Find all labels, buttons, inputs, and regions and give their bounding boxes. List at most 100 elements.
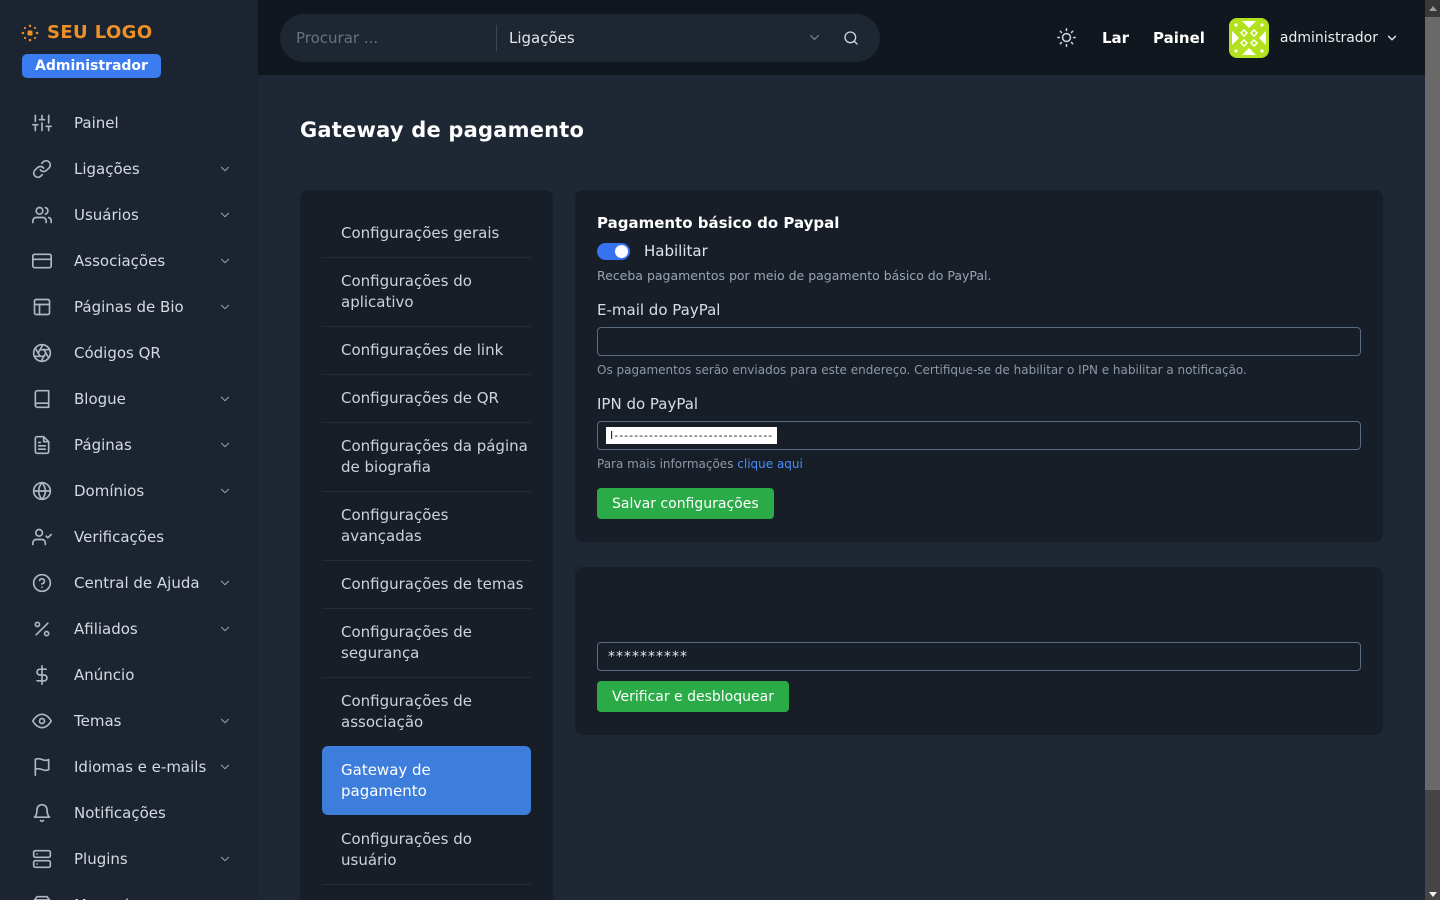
paypal-email-label: E-mail do PayPal: [597, 301, 1361, 319]
book-icon: [32, 389, 52, 409]
paypal-email-input[interactable]: [597, 327, 1361, 356]
unlock-card-spacer: [597, 591, 1361, 634]
search-filter-select[interactable]: Ligações: [497, 29, 836, 47]
more-info-link[interactable]: clique aqui: [737, 457, 803, 471]
chevron-down-icon: [218, 162, 232, 176]
sidebar-item-verificacoes[interactable]: Verificações: [0, 514, 258, 560]
home-link[interactable]: Lar: [1102, 29, 1129, 47]
sidebar-item-plugins[interactable]: Plugins: [0, 836, 258, 882]
eye-icon: [32, 711, 52, 731]
search-bar: Ligações: [280, 14, 880, 62]
main-column: Ligações Lar Painel: [258, 0, 1425, 900]
enable-toggle-label: Habilitar: [644, 242, 708, 260]
save-settings-button[interactable]: Salvar configurações: [597, 488, 774, 519]
settings-nav-item-email[interactable]: Configurações de e-mail: [322, 884, 531, 900]
settings-nav-item-link[interactable]: Configurações de link: [322, 326, 531, 374]
layout-icon: [32, 297, 52, 317]
paypal-ipn-help: Para mais informações clique aqui: [597, 457, 1361, 471]
users-icon: [32, 205, 52, 225]
shopping-bag-icon: [32, 895, 52, 900]
chevron-down-icon: [218, 576, 232, 590]
sidebar-item-afiliados[interactable]: Afiliados: [0, 606, 258, 652]
brand-logo-icon: [20, 23, 40, 43]
chevron-down-icon: [218, 392, 232, 406]
unlock-password-input[interactable]: [597, 642, 1361, 671]
verify-unlock-button[interactable]: Verificar e desbloquear: [597, 681, 789, 712]
settings-nav-item-associacao[interactable]: Configurações de associação: [322, 677, 531, 746]
scrollbar-down-button[interactable]: [1425, 892, 1440, 897]
search-filter-value: Ligações: [509, 29, 575, 47]
sidebar-item-ligacoes[interactable]: Ligações: [0, 146, 258, 192]
topbar-right: Lar Painel: [1057, 18, 1399, 58]
triangle-down-icon: [1429, 892, 1437, 897]
avatar[interactable]: [1229, 18, 1269, 58]
sidebar-item-painel[interactable]: Painel: [0, 100, 258, 146]
settings-nav-item-gerais[interactable]: Configurações gerais: [322, 210, 531, 257]
paypal-card-title: Pagamento básico do Paypal: [597, 214, 1361, 232]
sidebar-item-associacoes[interactable]: Associações: [0, 238, 258, 284]
sidebar-nav: Painel Ligações Usuários Associações Pág…: [0, 100, 258, 900]
file-text-icon: [32, 435, 52, 455]
settings-nav-item-seguranca[interactable]: Configurações de segurança: [322, 608, 531, 677]
topbar: Ligações Lar Painel: [258, 0, 1425, 75]
link-icon: [32, 159, 52, 179]
username-label[interactable]: administrador: [1280, 30, 1378, 46]
enable-toggle-row: Habilitar: [597, 242, 1361, 260]
settings-nav-item-aplicativo[interactable]: Configurações do aplicativo: [322, 257, 531, 326]
chevron-down-icon: [218, 208, 232, 222]
settings-nav-item-avancadas[interactable]: Configurações avançadas: [322, 491, 531, 560]
paypal-card: Pagamento básico do Paypal Habilitar Rec…: [575, 190, 1383, 542]
settings-nav-card: Configurações gerais Configurações do ap…: [300, 190, 553, 900]
settings-nav-item-qr[interactable]: Configurações de QR: [322, 374, 531, 422]
scrollbar-up-button[interactable]: [1425, 0, 1440, 17]
sidebar-item-dominios[interactable]: Domínios: [0, 468, 258, 514]
sidebar-item-usuarios[interactable]: Usuários: [0, 192, 258, 238]
sidebar-item-idiomas-e-emails[interactable]: Idiomas e e-mails: [0, 744, 258, 790]
percent-icon: [32, 619, 52, 639]
sliders-icon: [32, 113, 52, 133]
chevron-down-icon[interactable]: [1385, 31, 1399, 45]
search-icon: [843, 30, 859, 46]
search-submit-button[interactable]: [836, 23, 866, 53]
settings-nav-item-usuario[interactable]: Configurações do usuário: [322, 815, 531, 884]
brand: SEU LOGO Administrador: [0, 0, 258, 78]
page-scrollbar[interactable]: [1425, 0, 1440, 900]
panel-link[interactable]: Painel: [1153, 29, 1205, 47]
sidebar-item-paginas-de-bio[interactable]: Páginas de Bio: [0, 284, 258, 330]
content-area: Gateway de pagamento Configurações gerai…: [258, 75, 1425, 900]
sidebar-item-central-de-ajuda[interactable]: Central de Ajuda: [0, 560, 258, 606]
settings-nav-item-pagina-biografia[interactable]: Configurações da página de biografia: [322, 422, 531, 491]
sidebar-item-blogue[interactable]: Blogue: [0, 376, 258, 422]
sidebar: SEU LOGO Administrador Painel Ligações U…: [0, 0, 258, 900]
sidebar-item-anuncio[interactable]: Anúncio: [0, 652, 258, 698]
unlock-card: Verificar e desbloquear: [575, 567, 1383, 735]
user-check-icon: [32, 527, 52, 547]
chevron-down-icon: [218, 300, 232, 314]
sidebar-item-codigos-qr[interactable]: Códigos QR: [0, 330, 258, 376]
sidebar-item-temas[interactable]: Temas: [0, 698, 258, 744]
chevron-down-icon: [218, 484, 232, 498]
app-root: SEU LOGO Administrador Painel Ligações U…: [0, 0, 1440, 900]
sidebar-item-mercado[interactable]: Mercado: [0, 882, 258, 900]
sidebar-item-notificacoes[interactable]: Notificações: [0, 790, 258, 836]
paypal-ipn-input[interactable]: I--------------------------------: [597, 421, 1361, 450]
enable-toggle[interactable]: [597, 243, 630, 260]
settings-nav-item-gateway-pagamento[interactable]: Gateway de pagamento: [322, 746, 531, 815]
paypal-ipn-label: IPN do PayPal: [597, 395, 1361, 413]
settings-layout: Configurações gerais Configurações do ap…: [300, 190, 1383, 900]
paypal-email-help: Os pagamentos serão enviados para este e…: [597, 363, 1361, 377]
flag-icon: [32, 757, 52, 777]
sun-icon[interactable]: [1057, 28, 1076, 47]
settings-nav-item-temas[interactable]: Configurações de temas: [322, 560, 531, 608]
scrollbar-thumb[interactable]: [1425, 17, 1440, 790]
admin-badge: Administrador: [22, 54, 161, 78]
chevron-down-icon: [218, 622, 232, 636]
chevron-down-icon: [218, 760, 232, 774]
sidebar-item-paginas[interactable]: Páginas: [0, 422, 258, 468]
search-input[interactable]: [296, 29, 496, 47]
page-title: Gateway de pagamento: [300, 118, 1383, 142]
settings-panels: Pagamento básico do Paypal Habilitar Rec…: [575, 190, 1383, 735]
credit-card-icon: [32, 251, 52, 271]
info-text: Para mais informações: [597, 457, 737, 471]
dollar-sign-icon: [32, 665, 52, 685]
